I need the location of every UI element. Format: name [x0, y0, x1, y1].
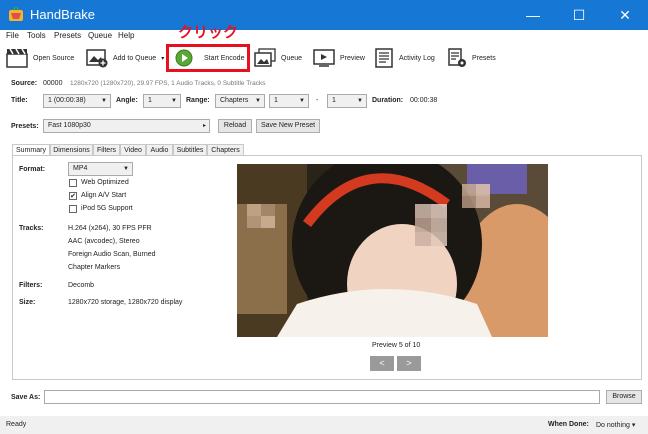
- range-label: Range:: [186, 97, 210, 104]
- chevron-right-icon: ▸: [202, 123, 206, 129]
- ipod-support-checkbox[interactable]: [69, 205, 77, 213]
- format-select-value: MP4: [73, 165, 88, 172]
- presets-gear-icon: [448, 48, 466, 67]
- range-start-select[interactable]: 1 ▼: [269, 94, 309, 108]
- status-bar: Ready When Done: Do nothing ▾: [0, 416, 648, 434]
- preview-next-button[interactable]: >: [397, 356, 421, 371]
- angle-select-value: 1: [148, 97, 152, 104]
- source-label: Source:: [11, 80, 38, 87]
- chevron-down-icon: ▾: [631, 422, 636, 429]
- activity-log-icon: [375, 48, 393, 68]
- preset-select[interactable]: Fast 1080p30 ▸: [43, 119, 210, 133]
- menu-tools[interactable]: Tools: [27, 30, 46, 41]
- add-image-icon: [86, 49, 108, 68]
- duration-value: 00:00:38: [410, 97, 438, 104]
- track-item: Chapter Markers: [68, 264, 121, 271]
- range-separator: -: [316, 97, 319, 104]
- range-type-value: Chapters: [220, 97, 249, 104]
- title-bar: HandBrake — ☐ ✕: [0, 0, 648, 30]
- track-item: Foreign Audio Scan, Burned: [68, 251, 156, 258]
- save-as-input[interactable]: [44, 390, 600, 404]
- title-select-value: 1 (00:00:38): [48, 97, 86, 104]
- range-type-select[interactable]: Chapters ▼: [215, 94, 265, 108]
- source-info: 1280x720 (1280x720), 29.97 FPS, 1 Audio …: [70, 80, 266, 87]
- chevron-down-icon: ▼: [101, 98, 107, 104]
- save-new-preset-button[interactable]: Save New Preset: [256, 119, 320, 133]
- web-optimized-checkbox[interactable]: [69, 179, 77, 187]
- format-select[interactable]: MP4 ▼: [68, 162, 133, 176]
- preview-photo: [237, 164, 548, 337]
- chevron-down-icon: ▼: [299, 98, 305, 104]
- title-select[interactable]: 1 (00:00:38) ▼: [43, 94, 111, 108]
- open-source-button[interactable]: Open Source: [6, 43, 74, 73]
- align-av-label: Align A/V Start: [81, 192, 127, 199]
- activity-log-label: Activity Log: [399, 54, 435, 62]
- preview-image: [237, 164, 548, 337]
- when-done-label: When Done:: [548, 421, 589, 428]
- browse-button[interactable]: Browse: [606, 390, 642, 404]
- when-done-value: Do nothing: [596, 422, 630, 429]
- ipod-support-label: iPod 5G Support: [81, 205, 133, 212]
- preset-select-value: Fast 1080p30: [48, 122, 91, 129]
- reload-button[interactable]: Reload: [218, 119, 252, 133]
- chevron-down-icon: ▼: [171, 98, 177, 104]
- chevron-down-icon: ▼: [255, 98, 261, 104]
- start-encode-highlight: [166, 44, 250, 72]
- preview-monitor-icon: [313, 49, 335, 67]
- size-label: Size:: [19, 299, 36, 306]
- chevron-down-icon: ▼: [123, 166, 129, 172]
- status-text: Ready: [6, 421, 27, 428]
- open-source-label: Open Source: [33, 54, 75, 62]
- menu-file[interactable]: File: [6, 30, 19, 41]
- source-id: 00000: [43, 80, 63, 87]
- queue-label: Queue: [281, 54, 303, 62]
- preview-prev-button[interactable]: <: [370, 356, 394, 371]
- chevron-down-icon: ▼: [357, 98, 363, 104]
- minimize-button[interactable]: —: [510, 0, 556, 30]
- when-done-select[interactable]: Do nothing ▾: [596, 421, 635, 429]
- handbrake-logo-icon: [9, 7, 23, 21]
- save-as-label: Save As:: [11, 394, 41, 401]
- tracks-label: Tracks:: [19, 225, 44, 232]
- maximize-button[interactable]: ☐: [556, 0, 602, 30]
- title-label: Title:: [11, 97, 28, 104]
- window-title: HandBrake: [30, 7, 96, 22]
- presets-label: Presets: [472, 54, 496, 62]
- range-start-value: 1: [274, 97, 278, 104]
- presets-button[interactable]: Presets: [447, 43, 496, 73]
- track-item: AAC (avcodec), Stereo: [68, 238, 140, 245]
- track-item: H.264 (x264), 30 FPS PFR: [68, 225, 152, 232]
- range-end-value: 1: [332, 97, 336, 104]
- preview-caption: Preview 5 of 10: [372, 342, 421, 349]
- menu-presets[interactable]: Presets: [54, 30, 81, 41]
- duration-label: Duration:: [372, 97, 404, 104]
- align-av-checkbox[interactable]: ✔: [69, 192, 77, 200]
- preview-label: Preview: [340, 54, 365, 62]
- range-end-select[interactable]: 1 ▼: [327, 94, 367, 108]
- close-button[interactable]: ✕: [602, 0, 648, 30]
- format-label: Format:: [19, 166, 46, 173]
- queue-images-icon: [254, 48, 276, 67]
- size-value: 1280x720 storage, 1280x720 display: [68, 299, 183, 306]
- filters-label: Filters:: [19, 282, 43, 289]
- film-clapper-icon: [6, 48, 28, 68]
- toolbar: Open Source Add to Queue ▾ Start Encode …: [0, 43, 648, 73]
- filters-value: Decomb: [68, 282, 95, 289]
- web-optimized-label: Web Optimized: [81, 179, 129, 186]
- queue-button[interactable]: Queue: [254, 43, 302, 73]
- angle-select[interactable]: 1 ▼: [143, 94, 181, 108]
- add-to-queue-button[interactable]: Add to Queue ▾: [86, 43, 164, 73]
- add-to-queue-label: Add to Queue: [113, 54, 157, 62]
- angle-label: Angle:: [116, 97, 138, 104]
- presets-row-label: Presets:: [11, 123, 39, 130]
- menu-bar: File Tools Presets Queue Help: [0, 30, 648, 42]
- add-to-queue-dropdown-icon[interactable]: ▾: [161, 55, 164, 62]
- activity-log-button[interactable]: Activity Log: [374, 43, 435, 73]
- preview-button[interactable]: Preview: [313, 43, 365, 73]
- menu-help[interactable]: Help: [118, 30, 134, 41]
- menu-queue[interactable]: Queue: [88, 30, 112, 41]
